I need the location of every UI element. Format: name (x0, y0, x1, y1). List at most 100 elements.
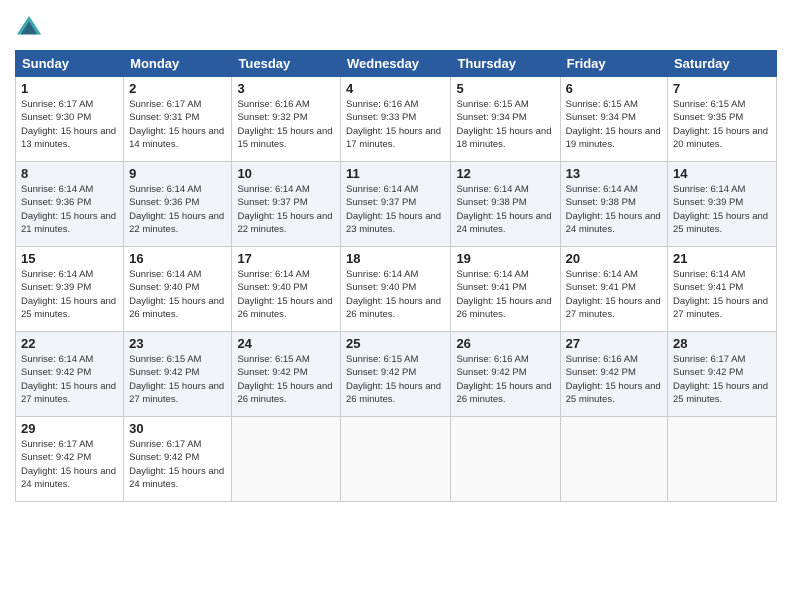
day-info: Sunrise: 6:16 AMSunset: 9:42 PMDaylight:… (566, 353, 662, 406)
weekday-header: Sunday (16, 51, 124, 77)
day-number: 11 (346, 166, 445, 181)
calendar-table: SundayMondayTuesdayWednesdayThursdayFrid… (15, 50, 777, 502)
day-number: 21 (673, 251, 771, 266)
day-info: Sunrise: 6:14 AMSunset: 9:40 PMDaylight:… (129, 268, 226, 321)
day-info: Sunrise: 6:17 AMSunset: 9:42 PMDaylight:… (129, 438, 226, 491)
weekday-header: Wednesday (341, 51, 451, 77)
day-number: 26 (456, 336, 554, 351)
day-info: Sunrise: 6:15 AMSunset: 9:42 PMDaylight:… (346, 353, 445, 406)
day-info: Sunrise: 6:14 AMSunset: 9:41 PMDaylight:… (673, 268, 771, 321)
day-info: Sunrise: 6:17 AMSunset: 9:30 PMDaylight:… (21, 98, 118, 151)
calendar-day-cell: 7Sunrise: 6:15 AMSunset: 9:35 PMDaylight… (668, 77, 777, 162)
calendar-day-cell: 17 Sunrise: 6:14 AMSunset: 9:40 PMDayligh… (232, 247, 341, 332)
day-info: Sunrise: 6:14 AMSunset: 9:40 PMDaylight:… (237, 268, 335, 321)
day-info: Sunrise: 6:14 AMSunset: 9:39 PMDaylight:… (673, 183, 771, 236)
day-number: 24 (237, 336, 335, 351)
calendar-day-cell (451, 417, 560, 502)
calendar-day-cell: 20Sunrise: 6:14 AMSunset: 9:41 PMDayligh… (560, 247, 667, 332)
day-number: 15 (21, 251, 118, 266)
calendar-day-cell: 14 Sunrise: 6:14 AMSunset: 9:39 PMDayligh… (668, 162, 777, 247)
day-number: 3 (237, 81, 335, 96)
calendar-day-cell: 6 Sunrise: 6:15 AMSunset: 9:34 PMDaylight… (560, 77, 667, 162)
day-info: Sunrise: 6:14 AMSunset: 9:36 PMDaylight:… (21, 183, 118, 236)
calendar-day-cell: 18 Sunrise: 6:14 AMSunset: 9:40 PMDayligh… (341, 247, 451, 332)
day-number: 4 (346, 81, 445, 96)
weekday-header: Tuesday (232, 51, 341, 77)
day-number: 28 (673, 336, 771, 351)
day-info: Sunrise: 6:15 AMSunset: 9:34 PMDaylight:… (566, 98, 662, 151)
calendar-day-cell (560, 417, 667, 502)
day-number: 6 (566, 81, 662, 96)
calendar-day-cell: 24 Sunrise: 6:15 AMSunset: 9:42 PMDayligh… (232, 332, 341, 417)
day-info: Sunrise: 6:15 AMSunset: 9:34 PMDaylight:… (456, 98, 554, 151)
day-info: Sunrise: 6:15 AMSunset: 9:35 PMDaylight:… (673, 98, 771, 151)
day-number: 8 (21, 166, 118, 181)
day-info: Sunrise: 6:17 AMSunset: 9:31 PMDaylight:… (129, 98, 226, 151)
day-info: Sunrise: 6:14 AMSunset: 9:36 PMDaylight:… (129, 183, 226, 236)
calendar-week-row: 29 Sunrise: 6:17 AMSunset: 9:42 PMDayligh… (16, 417, 777, 502)
day-info: Sunrise: 6:14 AMSunset: 9:41 PMDaylight:… (456, 268, 554, 321)
day-number: 1 (21, 81, 118, 96)
calendar-day-cell: 4 Sunrise: 6:16 AMSunset: 9:33 PMDaylight… (341, 77, 451, 162)
day-number: 19 (456, 251, 554, 266)
day-info: Sunrise: 6:16 AMSunset: 9:33 PMDaylight:… (346, 98, 445, 151)
day-number: 5 (456, 81, 554, 96)
calendar-day-cell: 11 Sunrise: 6:14 AMSunset: 9:37 PMDayligh… (341, 162, 451, 247)
calendar-day-cell: 9 Sunrise: 6:14 AMSunset: 9:36 PMDaylight… (124, 162, 232, 247)
calendar-day-cell: 10 Sunrise: 6:14 AMSunset: 9:37 PMDayligh… (232, 162, 341, 247)
calendar-day-cell: 22 Sunrise: 6:14 AMSunset: 9:42 PMDayligh… (16, 332, 124, 417)
page: SundayMondayTuesdayWednesdayThursdayFrid… (0, 0, 792, 612)
calendar-day-cell: 19 Sunrise: 6:14 AMSunset: 9:41 PMDayligh… (451, 247, 560, 332)
calendar-day-cell: 5 Sunrise: 6:15 AMSunset: 9:34 PMDaylight… (451, 77, 560, 162)
calendar-day-cell: 12 Sunrise: 6:14 AMSunset: 9:38 PMDayligh… (451, 162, 560, 247)
day-info: Sunrise: 6:14 AMSunset: 9:37 PMDaylight:… (346, 183, 445, 236)
calendar-week-row: 15Sunrise: 6:14 AMSunset: 9:39 PMDayligh… (16, 247, 777, 332)
day-number: 12 (456, 166, 554, 181)
calendar-day-cell: 28Sunrise: 6:17 AMSunset: 9:42 PMDayligh… (668, 332, 777, 417)
calendar-day-cell: 8 Sunrise: 6:14 AMSunset: 9:36 PMDaylight… (16, 162, 124, 247)
calendar-day-cell: 23 Sunrise: 6:15 AMSunset: 9:42 PMDayligh… (124, 332, 232, 417)
day-number: 16 (129, 251, 226, 266)
weekday-header: Monday (124, 51, 232, 77)
day-info: Sunrise: 6:14 AMSunset: 9:38 PMDaylight:… (456, 183, 554, 236)
day-number: 20 (566, 251, 662, 266)
day-info: Sunrise: 6:14 AMSunset: 9:37 PMDaylight:… (237, 183, 335, 236)
day-info: Sunrise: 6:15 AMSunset: 9:42 PMDaylight:… (237, 353, 335, 406)
calendar-day-cell: 27Sunrise: 6:16 AMSunset: 9:42 PMDayligh… (560, 332, 667, 417)
calendar-day-cell: 21 Sunrise: 6:14 AMSunset: 9:41 PMDayligh… (668, 247, 777, 332)
day-number: 17 (237, 251, 335, 266)
day-number: 9 (129, 166, 226, 181)
day-number: 18 (346, 251, 445, 266)
day-info: Sunrise: 6:14 AMSunset: 9:42 PMDaylight:… (21, 353, 118, 406)
calendar-day-cell: 25 Sunrise: 6:15 AMSunset: 9:42 PMDayligh… (341, 332, 451, 417)
day-number: 29 (21, 421, 118, 436)
calendar-day-cell: 3 Sunrise: 6:16 AMSunset: 9:32 PMDaylight… (232, 77, 341, 162)
calendar-day-cell: 30 Sunrise: 6:17 AMSunset: 9:42 PMDayligh… (124, 417, 232, 502)
day-number: 25 (346, 336, 445, 351)
day-number: 23 (129, 336, 226, 351)
day-info: Sunrise: 6:17 AMSunset: 9:42 PMDaylight:… (21, 438, 118, 491)
weekday-header: Thursday (451, 51, 560, 77)
day-number: 10 (237, 166, 335, 181)
logo-icon (15, 14, 43, 42)
calendar-day-cell: 13 Sunrise: 6:14 AMSunset: 9:38 PMDayligh… (560, 162, 667, 247)
header (15, 10, 777, 42)
calendar-day-cell (341, 417, 451, 502)
day-info: Sunrise: 6:14 AMSunset: 9:38 PMDaylight:… (566, 183, 662, 236)
calendar-week-row: 22 Sunrise: 6:14 AMSunset: 9:42 PMDayligh… (16, 332, 777, 417)
calendar-day-cell: 2Sunrise: 6:17 AMSunset: 9:31 PMDaylight… (124, 77, 232, 162)
day-number: 30 (129, 421, 226, 436)
calendar-day-cell: 26 Sunrise: 6:16 AMSunset: 9:42 PMDayligh… (451, 332, 560, 417)
calendar-day-cell (668, 417, 777, 502)
calendar-day-cell (232, 417, 341, 502)
day-info: Sunrise: 6:16 AMSunset: 9:42 PMDaylight:… (456, 353, 554, 406)
day-info: Sunrise: 6:15 AMSunset: 9:42 PMDaylight:… (129, 353, 226, 406)
weekday-header: Friday (560, 51, 667, 77)
calendar-day-cell: 16 Sunrise: 6:14 AMSunset: 9:40 PMDayligh… (124, 247, 232, 332)
day-info: Sunrise: 6:14 AMSunset: 9:40 PMDaylight:… (346, 268, 445, 321)
day-number: 14 (673, 166, 771, 181)
day-number: 22 (21, 336, 118, 351)
day-info: Sunrise: 6:16 AMSunset: 9:32 PMDaylight:… (237, 98, 335, 151)
day-number: 13 (566, 166, 662, 181)
calendar-day-cell: 29 Sunrise: 6:17 AMSunset: 9:42 PMDayligh… (16, 417, 124, 502)
